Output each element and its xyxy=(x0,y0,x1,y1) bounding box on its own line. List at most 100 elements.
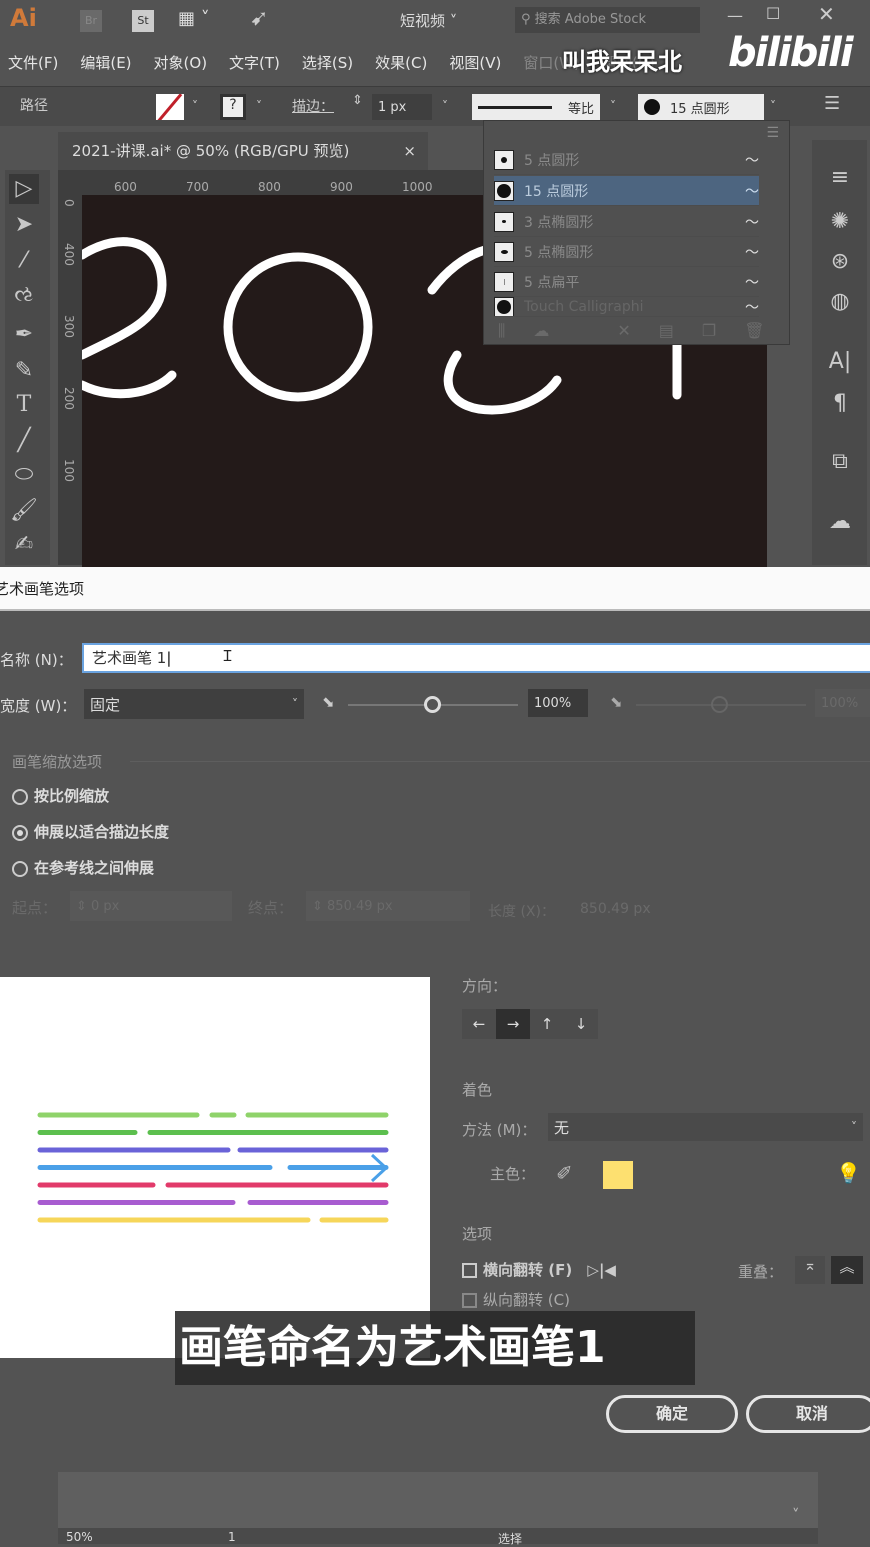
curvature-tool-icon[interactable]: ✎ xyxy=(9,356,39,386)
tips-lightbulb-icon[interactable]: 💡 xyxy=(836,1161,861,1185)
scale-proportionately-radio[interactable]: 按比例缩放 xyxy=(12,785,109,806)
panel-menu-icon[interactable]: ☰ xyxy=(824,93,840,114)
zoom-level[interactable]: 50% xyxy=(66,1530,93,1544)
brush-item[interactable]: 5 点椭圆形 〜 xyxy=(494,237,759,267)
name-label: 名称 (N)： xyxy=(0,651,73,669)
close-button[interactable]: ✕ xyxy=(818,2,835,26)
stroke-label[interactable]: 描边： xyxy=(292,96,334,116)
paintbrush-tool-icon[interactable]: 🖌 xyxy=(9,496,39,526)
gpu-performance-icon[interactable]: ➹ xyxy=(250,6,268,31)
checkbox-label: 横向翻转 (F) xyxy=(483,1261,573,1279)
variable-width-profile[interactable]: 等比 xyxy=(472,94,600,120)
minimize-button[interactable]: — xyxy=(727,6,743,25)
profile-dropdown[interactable]: ˅ xyxy=(610,99,616,113)
width-select[interactable]: 固定 ˅ xyxy=(84,689,304,719)
transform-icon[interactable]: ⧉ xyxy=(822,444,858,480)
fill-swatch[interactable] xyxy=(156,94,184,120)
watermark-text: 叫我呆呆北 xyxy=(562,48,682,76)
menu-file[interactable]: 文件(F) xyxy=(8,52,58,73)
direction-left-button[interactable]: ← xyxy=(462,1009,496,1039)
libraries-panel-icon[interactable]: ☁ xyxy=(533,321,549,341)
ellipse-tool-icon[interactable]: ⬭ xyxy=(9,460,39,490)
brush-stroke-icon: 〜 xyxy=(745,274,759,291)
brush-options-icon[interactable]: ▤ xyxy=(659,321,674,341)
menu-select[interactable]: 选择(S) xyxy=(302,52,353,73)
cancel-button[interactable]: 取消 xyxy=(746,1395,870,1433)
document-tab[interactable]: 2021-讲课.ai* @ 50% (RGB/GPU 预览) × xyxy=(58,132,428,170)
brush-item[interactable]: 3 点椭圆形 〜 xyxy=(494,207,759,237)
direction-up-button[interactable]: ↑ xyxy=(530,1009,564,1039)
properties-icon[interactable]: ≡ xyxy=(822,160,858,196)
lasso-tool-icon[interactable]: ઌ xyxy=(9,280,39,310)
close-tab-icon[interactable]: × xyxy=(403,132,416,170)
stroke-stepper[interactable]: ⇕ xyxy=(352,93,363,108)
stroke-weight-input[interactable]: 1 px xyxy=(372,94,432,120)
brush-item-selected[interactable]: 15 点圆形 〜 xyxy=(494,176,759,206)
stroke-swatch[interactable]: ? xyxy=(220,94,246,120)
menu-type[interactable]: 文字(T) xyxy=(229,52,280,73)
menu-effect[interactable]: 效果(C) xyxy=(375,52,427,73)
remove-brush-stroke-icon[interactable]: ✕ xyxy=(617,321,630,341)
appearance-icon[interactable]: ✺ xyxy=(822,204,858,240)
cc-libraries-icon[interactable]: ☁ xyxy=(822,504,858,540)
brush-swatch xyxy=(494,241,514,262)
width-percent-input[interactable]: 100% xyxy=(528,689,588,717)
stretch-to-fit-radio[interactable]: 伸展以适合描边长度 xyxy=(12,821,169,842)
workspace-switcher[interactable]: 短视频 ˅ xyxy=(400,10,457,31)
direct-selection-tool-icon[interactable]: ➤ xyxy=(9,210,39,240)
key-color-swatch[interactable] xyxy=(603,1161,633,1189)
overlap-label: 重叠： xyxy=(738,1263,784,1281)
character-icon[interactable]: A| xyxy=(822,344,858,380)
layers-icon[interactable]: ◍ xyxy=(822,284,858,320)
shaper-tool-icon[interactable]: ✍ xyxy=(9,530,39,560)
name-input[interactable]: 艺术画笔 1| Ｉ xyxy=(82,643,870,673)
direction-right-button[interactable]: → xyxy=(496,1009,530,1039)
symbols-icon[interactable]: ⊛ xyxy=(822,244,858,280)
selection-tool-icon[interactable]: ▷ xyxy=(9,174,39,204)
delete-brush-icon[interactable]: 🗑 xyxy=(744,321,764,341)
stock-button[interactable]: St xyxy=(132,10,154,32)
radio-label: 伸展以适合描边长度 xyxy=(34,823,170,841)
magic-wand-tool-icon[interactable]: ⁄ xyxy=(9,246,39,276)
divider xyxy=(130,761,870,762)
flip-across-checkbox[interactable]: 纵向翻转 (C) xyxy=(462,1289,570,1310)
maximize-button[interactable]: ☐ xyxy=(766,4,780,23)
menu-view[interactable]: 视图(V) xyxy=(449,52,501,73)
ruler-tick: 400 xyxy=(62,243,76,266)
brush-dropdown[interactable]: ˅ xyxy=(770,99,776,113)
brush-item[interactable]: 5 点扁平 〜 xyxy=(494,267,759,297)
type-tool-icon[interactable]: T xyxy=(9,390,39,420)
stroke-weight-dropdown[interactable]: ˅ xyxy=(442,99,448,113)
menu-object[interactable]: 对象(O) xyxy=(154,52,208,73)
flip-along-checkbox[interactable]: 横向翻转 (F) ▷|◀ xyxy=(462,1259,616,1280)
brush-libraries-icon[interactable]: ⫼ xyxy=(498,321,505,341)
start-label: 起点： xyxy=(12,899,58,917)
line-tool-icon[interactable]: ╱ xyxy=(9,426,39,456)
brush-item[interactable]: Touch Calligraphi 〜 xyxy=(494,297,759,317)
ruler-tick: 700 xyxy=(186,180,209,194)
pen-tool-icon[interactable]: ✒ xyxy=(9,320,39,350)
ok-button[interactable]: 确定 xyxy=(606,1395,738,1433)
paragraph-icon[interactable]: ¶ xyxy=(822,386,858,422)
new-brush-icon[interactable]: ❐ xyxy=(702,321,716,341)
arrange-documents-icon[interactable]: ▦ ˅ xyxy=(178,8,210,29)
bridge-button[interactable]: Br xyxy=(80,10,102,32)
overlap-none-icon[interactable]: ︽ xyxy=(831,1256,863,1284)
width-slider-thumb[interactable] xyxy=(424,696,441,713)
fill-dropdown-icon[interactable]: ˅ xyxy=(192,99,198,113)
artboard-number[interactable]: 1 xyxy=(228,1530,236,1544)
brush-item[interactable]: 5 点圆形 〜 xyxy=(494,145,759,175)
bilibili-logo: bilibili xyxy=(728,30,854,76)
brushes-panel-menu-icon[interactable]: ☰ xyxy=(766,125,779,141)
dialog-title-bar[interactable]: 艺术画笔选项 xyxy=(0,567,870,611)
method-select[interactable]: 无 ˅ xyxy=(548,1113,863,1141)
overlap-adjust-icon[interactable]: ⌅ xyxy=(795,1256,825,1284)
eyedropper-icon[interactable]: ✐ xyxy=(556,1161,573,1185)
stretch-between-guides-radio[interactable]: 在参考线之间伸展 xyxy=(12,857,154,878)
direction-down-button[interactable]: ↓ xyxy=(564,1009,598,1039)
scroll-down-icon[interactable]: ˅ xyxy=(792,1506,800,1524)
menu-edit[interactable]: 编辑(E) xyxy=(80,52,131,73)
stroke-dropdown-icon[interactable]: ˅ xyxy=(256,99,262,113)
stock-search-input[interactable]: ⚲ 搜索 Adobe Stock xyxy=(515,7,700,33)
brush-definition[interactable]: 15 点圆形 xyxy=(638,94,764,120)
